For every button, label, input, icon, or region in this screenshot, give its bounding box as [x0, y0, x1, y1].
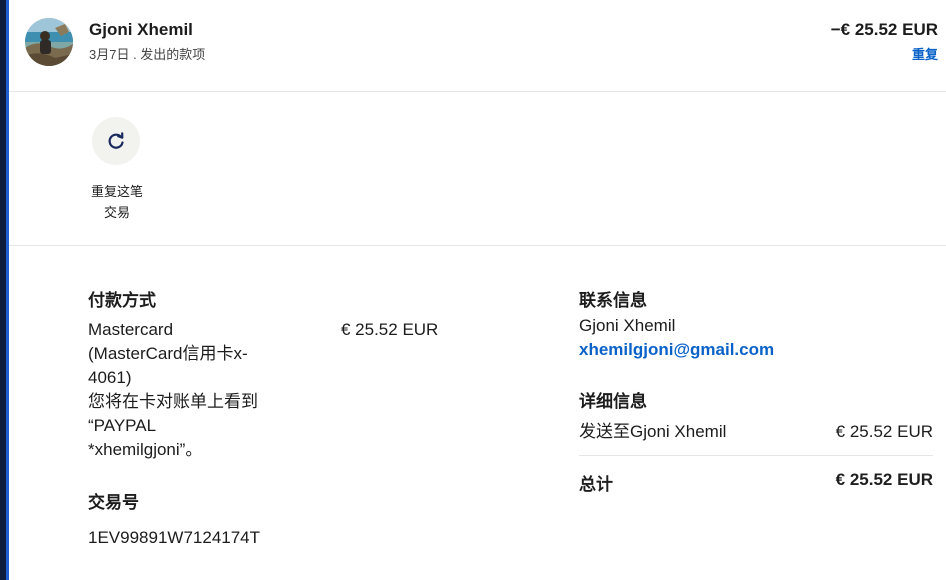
payment-method-text: Mastercard (MasterCard信用卡x- 4061) 您将在卡对账…	[88, 320, 258, 459]
transaction-id: 1EV99891W7124174T	[88, 528, 261, 547]
contact-info-title: 联系信息	[579, 291, 647, 310]
contact-name: Gjoni Xhemil	[579, 316, 676, 335]
transaction-header: Gjoni Xhemil 3月7日 . 发出的款项 −€ 25.52 EUR 重…	[9, 0, 946, 92]
transaction-amount: −€ 25.52 EUR	[830, 20, 938, 39]
payment-method-amount: € 25.52 EUR	[341, 320, 439, 339]
transaction-id-title: 交易号	[88, 493, 139, 512]
counterparty-name: Gjoni Xhemil	[89, 20, 193, 39]
repeat-transaction-button[interactable]	[92, 117, 140, 165]
avatar	[25, 18, 73, 66]
repeat-link[interactable]: 重复	[912, 44, 938, 63]
refresh-icon	[108, 132, 124, 149]
contact-email-link[interactable]: xhemilgjoni@gmail.com	[579, 338, 774, 362]
repeat-transaction-label: 重复这笔 交易	[90, 184, 143, 220]
transaction-detail-panel: Gjoni Xhemil 3月7日 . 发出的款项 −€ 25.52 EUR 重…	[9, 0, 946, 580]
total-amount: € 25.52 EUR	[835, 470, 933, 489]
details-title: 详细信息	[579, 392, 647, 411]
details-row-amount: € 25.52 EUR	[835, 422, 933, 441]
total-label: 总计	[579, 475, 613, 494]
transaction-date-type: 3月7日 . 发出的款项	[89, 47, 206, 62]
payment-method-title: 付款方式	[88, 291, 156, 310]
actions-section: 重复这笔 交易	[9, 92, 946, 246]
left-edge-accent	[0, 0, 9, 580]
divider	[579, 455, 933, 456]
details-row-label: 发送至Gjoni Xhemil	[579, 422, 727, 441]
